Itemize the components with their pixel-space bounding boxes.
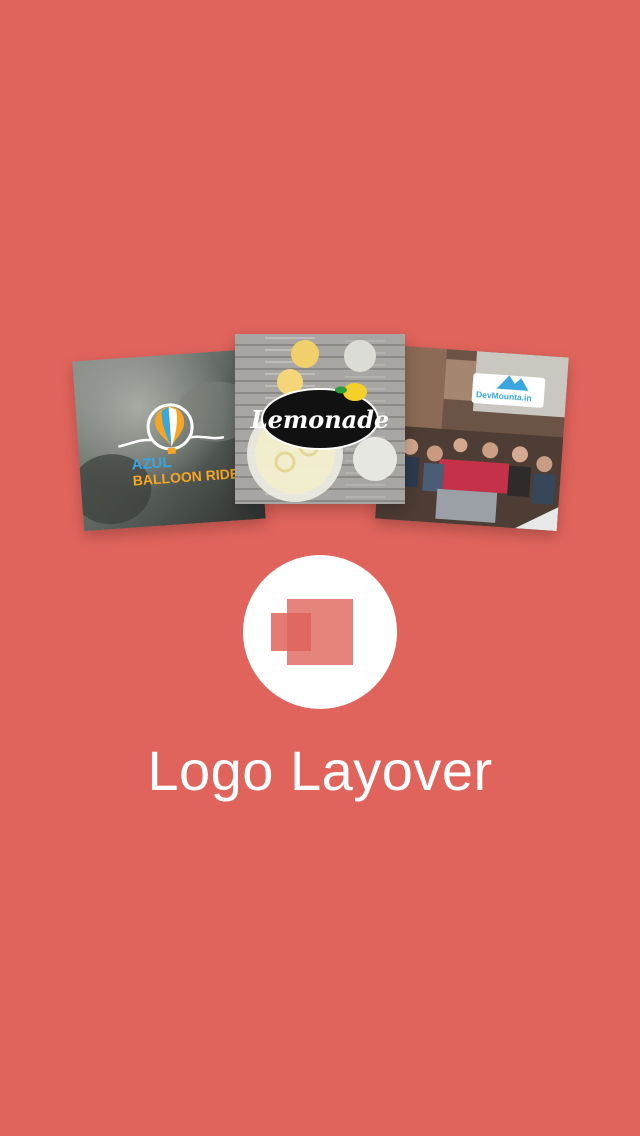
app-title: Logo Layover [147,739,493,802]
devmountain-logo-icon: DevMounta.in [471,373,546,408]
lemonade-logo-text: Lemonade [250,405,390,434]
lemonade-photo-image: Lemonade [235,334,405,504]
sample-card-lemonade: Lemonade [235,334,405,504]
app-logo-icon [243,555,397,709]
